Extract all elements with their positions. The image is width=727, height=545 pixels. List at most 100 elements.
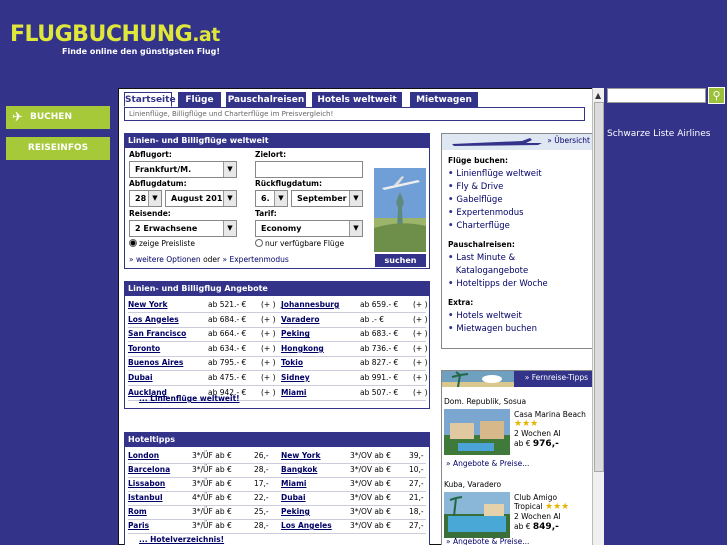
offer-city-link[interactable]: Toronto xyxy=(128,342,160,356)
hotel-category: 3*/OV ab € xyxy=(350,521,391,530)
tip2-offers-link[interactable]: » Angebote & Preise... xyxy=(446,537,529,545)
offer-add[interactable]: (+ ) xyxy=(413,327,428,341)
tab-hotels-weltweit[interactable]: Hotels weltweit xyxy=(312,92,402,107)
offer-city-link[interactable]: Johannesburg xyxy=(281,298,339,312)
hotel-city-link[interactable]: Dubai xyxy=(281,491,306,505)
depart-label: Abflugdatum: xyxy=(129,179,187,188)
hotel-city-link[interactable]: London xyxy=(128,449,159,463)
offer-price: ab 683.- € xyxy=(360,329,399,339)
offer-add[interactable]: (+ ) xyxy=(261,327,276,341)
offer-city-link[interactable]: Peking xyxy=(281,327,310,341)
overview-link-item[interactable]: • Fly & Drive xyxy=(448,182,503,192)
blacklist-link[interactable]: Schwarze Liste Airlines xyxy=(607,129,710,139)
offer-city-link[interactable]: Varadero xyxy=(281,313,320,327)
overview-link-item[interactable]: • Last Minute & xyxy=(448,253,515,263)
flight-search-button[interactable]: suchen xyxy=(375,254,426,267)
fernreise-tips-link[interactable]: » Fernreise-Tipps xyxy=(525,373,588,382)
tab-mietwagen[interactable]: Mietwagen xyxy=(410,92,478,107)
hotel-club-amigo-image[interactable] xyxy=(444,492,510,538)
tip1-offers-link[interactable]: » Angebote & Preise... xyxy=(446,459,529,468)
radio-price-list[interactable]: zeige Preisliste xyxy=(129,239,195,248)
offer-add[interactable]: (+ ) xyxy=(413,313,428,327)
offer-city-link[interactable]: Sidney xyxy=(281,371,310,385)
offer-city-link[interactable]: Dubai xyxy=(128,371,153,385)
fare-select[interactable]: Economy ▼ xyxy=(255,220,363,237)
flight-search-title: Linien- und Billigflüge weltweit xyxy=(125,134,429,148)
overview-link[interactable]: » Übersicht xyxy=(547,136,590,145)
tip1-hotel[interactable]: Casa Marina Beach xyxy=(514,410,586,419)
tab-pauschalreisen[interactable]: Pauschalreisen xyxy=(226,92,306,107)
hotel-city-link[interactable]: Rom xyxy=(128,505,147,519)
return-month-select[interactable]: September 20 ▼ xyxy=(291,190,363,207)
overview-link-item[interactable]: • Mietwagen buchen xyxy=(448,324,537,334)
site-slogan: Finde online den günstigsten Flug! xyxy=(62,47,220,56)
hotel-city-link[interactable]: Miami xyxy=(281,477,306,491)
overview-link-item[interactable]: • Gabelflüge xyxy=(448,195,503,205)
overview-link-item[interactable]: • Hoteltipps der Woche xyxy=(448,279,548,289)
scroll-up-icon[interactable]: ▲ xyxy=(595,91,601,100)
return-label: Rückflugdatum: xyxy=(255,179,322,188)
overview-link-item[interactable]: • Hotels weltweit xyxy=(448,311,522,321)
hotel-city-link[interactable]: Peking xyxy=(281,505,310,519)
overview-link-item[interactable]: • Katalogangebote xyxy=(448,266,529,276)
more-options-link[interactable]: » weitere Optionen xyxy=(129,255,201,264)
hotel-city-link[interactable]: Paris xyxy=(128,519,149,533)
offer-city-link[interactable]: New York xyxy=(128,298,168,312)
offer-add[interactable]: (+ ) xyxy=(261,371,276,385)
nav-buchen-button[interactable]: ✈ BUCHEN xyxy=(6,106,110,129)
main-scrollbar[interactable]: ▲ xyxy=(592,88,604,545)
expert-mode-link[interactable]: » Expertenmodus xyxy=(223,255,289,264)
offer-add[interactable]: (+ ) xyxy=(413,386,428,400)
travelers-select[interactable]: 2 Erwachsene ▼ xyxy=(129,220,237,237)
tip2-hotel[interactable]: Club Amigo xyxy=(514,493,557,502)
hotel-price: 21,- xyxy=(409,493,424,502)
hotel-city-link[interactable]: New York xyxy=(281,449,321,463)
tab-startseite[interactable]: Startseite xyxy=(124,92,176,107)
offer-add[interactable]: (+ ) xyxy=(413,342,428,356)
depart-day-select[interactable]: 28 ▼ xyxy=(129,190,162,207)
offer-add[interactable]: (+ ) xyxy=(261,298,276,312)
offer-city-link[interactable]: Miami xyxy=(281,386,306,400)
offer-city-link[interactable]: Tokio xyxy=(281,356,303,370)
site-logo[interactable]: FLUGBUCHUNG.at xyxy=(10,22,220,48)
depart-month-select[interactable]: August 2011 ▼ xyxy=(165,190,237,207)
search-icon[interactable]: ⚲ xyxy=(708,87,725,104)
offer-add[interactable]: (+ ) xyxy=(261,386,276,400)
offer-price: ab .- € xyxy=(360,314,384,324)
hotel-city-link[interactable]: Lissabon xyxy=(128,477,165,491)
subnav-bar: Linienflüge, Billigflüge und Charterflüg… xyxy=(124,107,585,121)
overview-link-item[interactable]: • Linienflüge weltweit xyxy=(448,169,542,179)
hotel-city-link[interactable]: Bangkok xyxy=(281,463,317,477)
tab-fluege[interactable]: Flüge xyxy=(178,92,221,107)
offer-add[interactable]: (+ ) xyxy=(413,356,428,370)
all-flights-link[interactable]: ... Linienflüge weltweit! xyxy=(139,392,240,406)
site-search-input[interactable] xyxy=(607,88,706,103)
to-field[interactable] xyxy=(255,161,363,178)
hotel-city-link[interactable]: Barcelona xyxy=(128,463,170,477)
offer-city-link[interactable]: San Francisco xyxy=(128,327,186,341)
hotel-city-link[interactable]: Istanbul xyxy=(128,491,163,505)
from-select[interactable]: Frankfurt/M. ▼ xyxy=(129,161,237,178)
offer-add[interactable]: (+ ) xyxy=(261,356,276,370)
offer-add[interactable]: (+ ) xyxy=(261,313,276,327)
extra-heading: Extra: xyxy=(448,298,474,307)
scroll-thumb[interactable] xyxy=(594,102,604,472)
overview-link-item[interactable]: • Expertenmodus xyxy=(448,208,524,218)
offer-city-link[interactable]: Hongkong xyxy=(281,342,324,356)
offer-price: ab 659.- € xyxy=(360,300,399,309)
offer-city-link[interactable]: Buenos Aires xyxy=(128,356,183,370)
overview-link-item[interactable]: • Charterflüge xyxy=(448,221,510,231)
offer-price: ab 736.- € xyxy=(360,343,399,353)
chevron-down-icon: ▼ xyxy=(223,221,236,236)
hotel-city-link[interactable]: Los Angeles xyxy=(281,519,332,533)
return-day-select[interactable]: 6. ▼ xyxy=(255,190,288,207)
radio-available-only[interactable]: nur verfügbare Flüge xyxy=(255,239,344,248)
table-row: New York ab 521.- € (+ ) Johannesburg ab 659… xyxy=(128,298,428,312)
offer-add[interactable]: (+ ) xyxy=(413,371,428,385)
offer-add[interactable]: (+ ) xyxy=(413,298,428,312)
nav-reiseinfos-button[interactable]: REISEINFOS xyxy=(6,137,110,160)
offer-add[interactable]: (+ ) xyxy=(261,342,276,356)
hotel-casa-marina-image[interactable] xyxy=(444,409,510,455)
offer-city-link[interactable]: Los Angeles xyxy=(128,313,179,327)
hotel-directory-link[interactable]: ... Hotelverzeichnis! xyxy=(139,533,224,545)
